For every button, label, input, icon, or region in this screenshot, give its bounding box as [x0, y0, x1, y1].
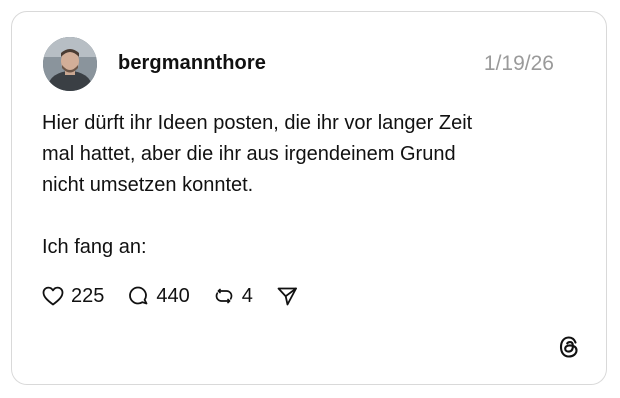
- post-text-line: nicht umsetzen konntet.: [42, 174, 254, 196]
- username[interactable]: bergmannthore: [118, 52, 266, 75]
- send-icon: [275, 284, 299, 308]
- action-bar: 225 440 4: [41, 282, 321, 310]
- post-text: Hier dürft ihr Ideen posten, die ihr vor…: [42, 108, 562, 263]
- speech-bubble-icon: [126, 284, 150, 308]
- share-button[interactable]: [275, 284, 299, 308]
- post-card: bergmannthore 1/19/26 Hier dürft ihr Ide…: [11, 11, 607, 385]
- repost-icon: [212, 284, 236, 308]
- repost-button[interactable]: 4: [212, 284, 253, 308]
- post-text-line: mal hattet, aber die ihr aus irgendeinem…: [42, 143, 456, 165]
- post-text-line: Ich fang an:: [42, 236, 147, 258]
- heart-icon: [41, 284, 65, 308]
- post-date: 1/19/26: [483, 52, 554, 75]
- threads-logo-icon[interactable]: [556, 334, 582, 360]
- post-text-line: Hier dürft ihr Ideen posten, die ihr vor…: [42, 112, 473, 134]
- like-count: 225: [71, 284, 105, 307]
- repost-count: 4: [241, 284, 253, 307]
- avatar[interactable]: [43, 37, 97, 91]
- reply-button[interactable]: 440: [126, 284, 190, 308]
- like-button[interactable]: 225: [41, 284, 104, 308]
- reply-count: 440: [156, 284, 190, 307]
